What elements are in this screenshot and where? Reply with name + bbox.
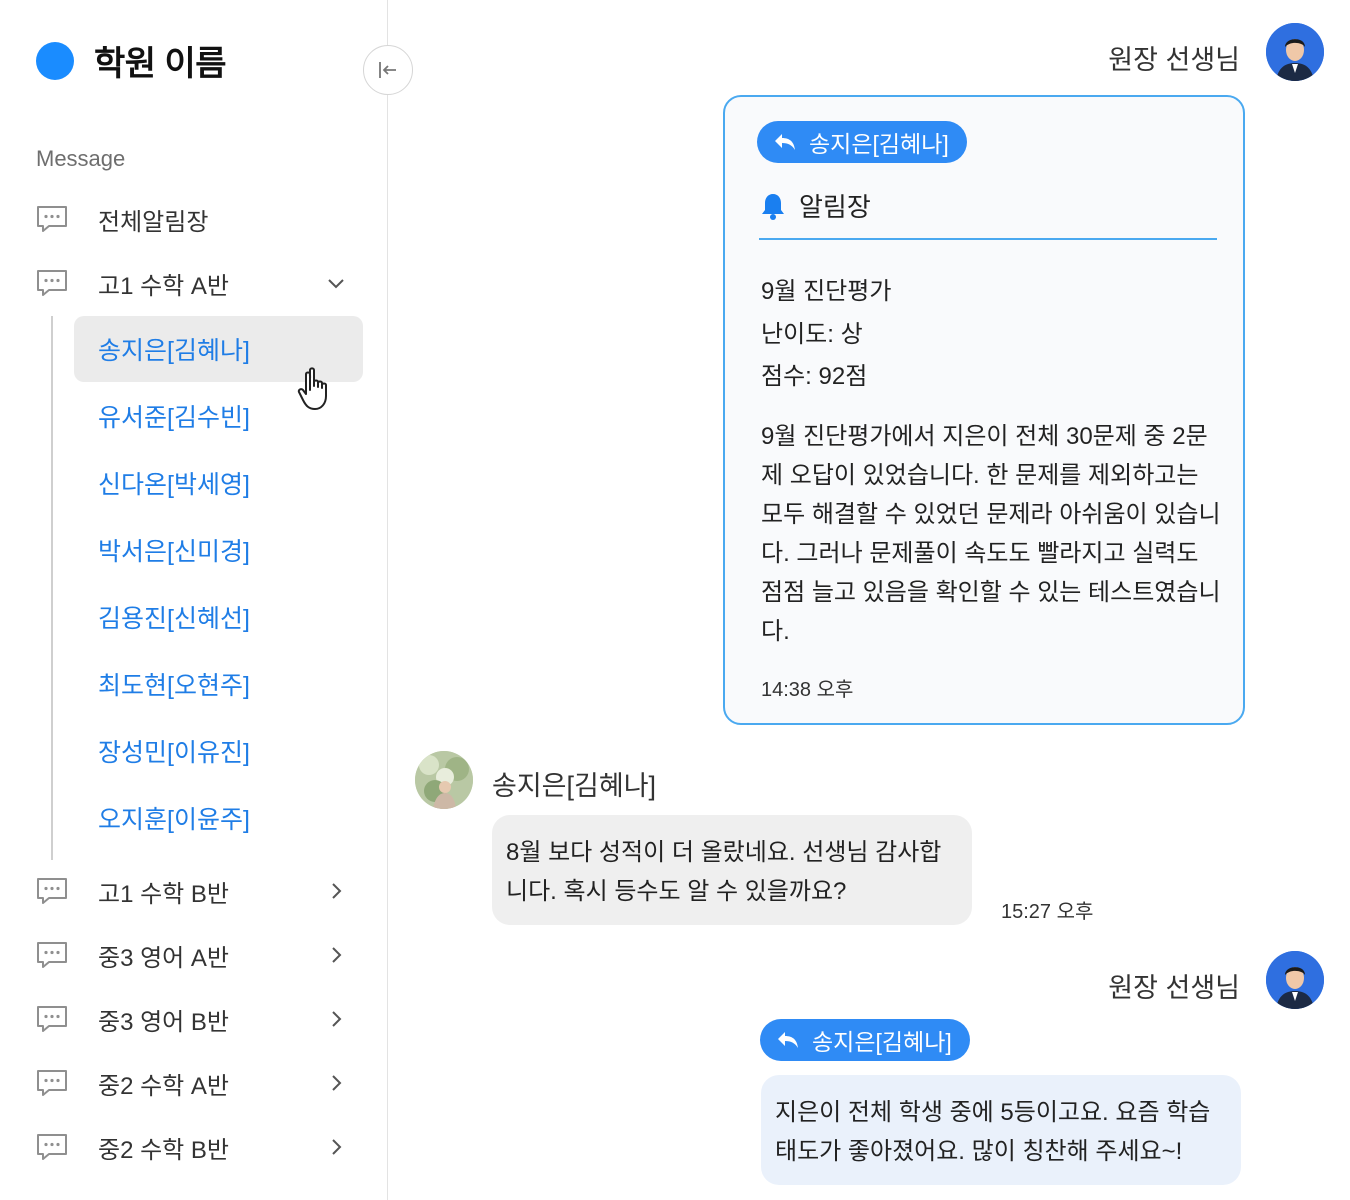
student-item[interactable]: 신다온[박세영] bbox=[74, 450, 363, 516]
nav-item-label: 중2 수학 A반 bbox=[98, 1072, 230, 1100]
chevron-right-icon[interactable] bbox=[326, 945, 346, 965]
sender-name: 송지은[김혜나] bbox=[492, 771, 657, 801]
sender-name: 원장 선생님 bbox=[1108, 45, 1240, 75]
nav-item-label: 고1 수학 A반 bbox=[98, 272, 230, 300]
chat-bubble-dots-icon bbox=[37, 1006, 67, 1032]
reply-arrow-icon bbox=[778, 1032, 798, 1048]
message-timestamp: 15:27 오후 bbox=[1001, 901, 1094, 923]
chevron-right-icon[interactable] bbox=[326, 1073, 346, 1093]
student-item[interactable]: 장성민[이유진] bbox=[74, 718, 363, 784]
avatar[interactable] bbox=[1266, 23, 1324, 81]
chat-bubble-dots-icon bbox=[37, 1070, 67, 1096]
brand-name: 학원 이름 bbox=[94, 45, 227, 83]
nav-item-label: 전체알림장 bbox=[98, 208, 209, 236]
bell-icon bbox=[762, 193, 784, 220]
brand: 학원 이름 bbox=[36, 36, 227, 85]
reply-arrow-icon bbox=[775, 134, 795, 150]
nav-item-class-g1-math-b[interactable]: 고1 수학 B반 bbox=[36, 866, 346, 916]
section-label: Message bbox=[36, 146, 126, 171]
student-item[interactable]: 김용진[신혜선] bbox=[74, 584, 363, 650]
chevron-right-icon[interactable] bbox=[326, 1137, 346, 1157]
nav-item-label: 중3 영어 A반 bbox=[98, 944, 230, 972]
chat-bubble-dots-icon bbox=[37, 270, 67, 296]
hand-pointer-icon bbox=[297, 367, 327, 410]
student-item[interactable]: 최도현[오현주] bbox=[74, 651, 363, 717]
avatar[interactable] bbox=[415, 751, 473, 809]
chat-bubble-dots-icon bbox=[37, 942, 67, 968]
student-item[interactable]: 오지훈[이윤주] bbox=[74, 785, 363, 851]
student-avatar-image bbox=[415, 751, 473, 809]
nav-item-class-m3-eng-a[interactable]: 중3 영어 A반 bbox=[36, 930, 346, 980]
notice-header: 알림장 bbox=[761, 187, 871, 224]
reply-to-label: 송지은[김혜나] bbox=[809, 131, 949, 157]
student-item[interactable]: 박서은[신미경] bbox=[74, 517, 363, 583]
chevron-right-icon[interactable] bbox=[326, 881, 346, 901]
notice-body: 9월 진단평가에서 지은이 전체 30문제 중 2문제 오답이 있었습니다. 한… bbox=[761, 423, 1221, 645]
notice-score: 점수: 92점 bbox=[761, 363, 868, 390]
sidebar-collapse-button[interactable] bbox=[363, 45, 413, 95]
tree-connector-line bbox=[51, 316, 53, 860]
avatar[interactable] bbox=[1266, 951, 1324, 1009]
nav-item-class-m2-math-b[interactable]: 중2 수학 B반 bbox=[36, 1122, 346, 1172]
notice-exam-name: 9월 진단평가 bbox=[761, 278, 892, 305]
nav-item-label: 중3 영어 B반 bbox=[98, 1008, 230, 1036]
notice-divider bbox=[759, 238, 1217, 240]
collapse-left-icon bbox=[379, 62, 396, 78]
notice-difficulty: 난이도: 상 bbox=[761, 321, 863, 348]
sender-name: 원장 선생님 bbox=[1108, 973, 1240, 1003]
nav-item-label: 고1 수학 B반 bbox=[98, 880, 230, 908]
reply-to-chip[interactable]: 송지은[김혜나] bbox=[760, 1019, 970, 1061]
nav-item-class-m3-eng-b[interactable]: 중3 영어 B반 bbox=[36, 994, 346, 1044]
chat-bubble-dots-icon bbox=[37, 206, 67, 232]
chevron-right-icon[interactable] bbox=[326, 1009, 346, 1029]
notice-title: 알림장 bbox=[799, 192, 871, 222]
reply-to-label: 송지은[김혜나] bbox=[812, 1029, 952, 1055]
reply-to-chip[interactable]: 송지은[김혜나] bbox=[757, 121, 967, 163]
notice-card[interactable]: 송지은[김혜나] 알림장 9월 진단평가 난이도: 상 점수: 92점 9월 진… bbox=[723, 95, 1245, 725]
nav-item-all-notices[interactable]: 전체알림장 bbox=[36, 194, 346, 244]
message-timestamp: 14:38 오후 bbox=[761, 679, 854, 701]
chevron-down-icon[interactable] bbox=[326, 273, 346, 293]
sidebar: 학원 이름 Message 전체알림장 고1 수학 A반 송지은[김혜나] 유서… bbox=[0, 0, 388, 1200]
nav-item-label: 중2 수학 B반 bbox=[98, 1136, 230, 1164]
teacher-avatar-image bbox=[1266, 23, 1324, 81]
teacher-avatar-image bbox=[1266, 951, 1324, 1009]
brand-logo-dot bbox=[36, 41, 74, 80]
chat-bubble-dots-icon bbox=[37, 878, 67, 904]
nav-item-class-g1-math-a[interactable]: 고1 수학 A반 bbox=[36, 258, 346, 308]
nav-item-class-m2-math-a[interactable]: 중2 수학 A반 bbox=[36, 1058, 346, 1108]
teacher-message-bubble[interactable]: 지은이 전체 학생 중에 5등이고요. 요즘 학습태도가 좋아졌어요. 많이 칭… bbox=[761, 1075, 1241, 1185]
chat-bubble-dots-icon bbox=[37, 1134, 67, 1160]
student-message-bubble[interactable]: 8월 보다 성적이 더 올랐네요. 선생님 감사합니다. 혹시 등수도 알 수 … bbox=[492, 815, 972, 925]
